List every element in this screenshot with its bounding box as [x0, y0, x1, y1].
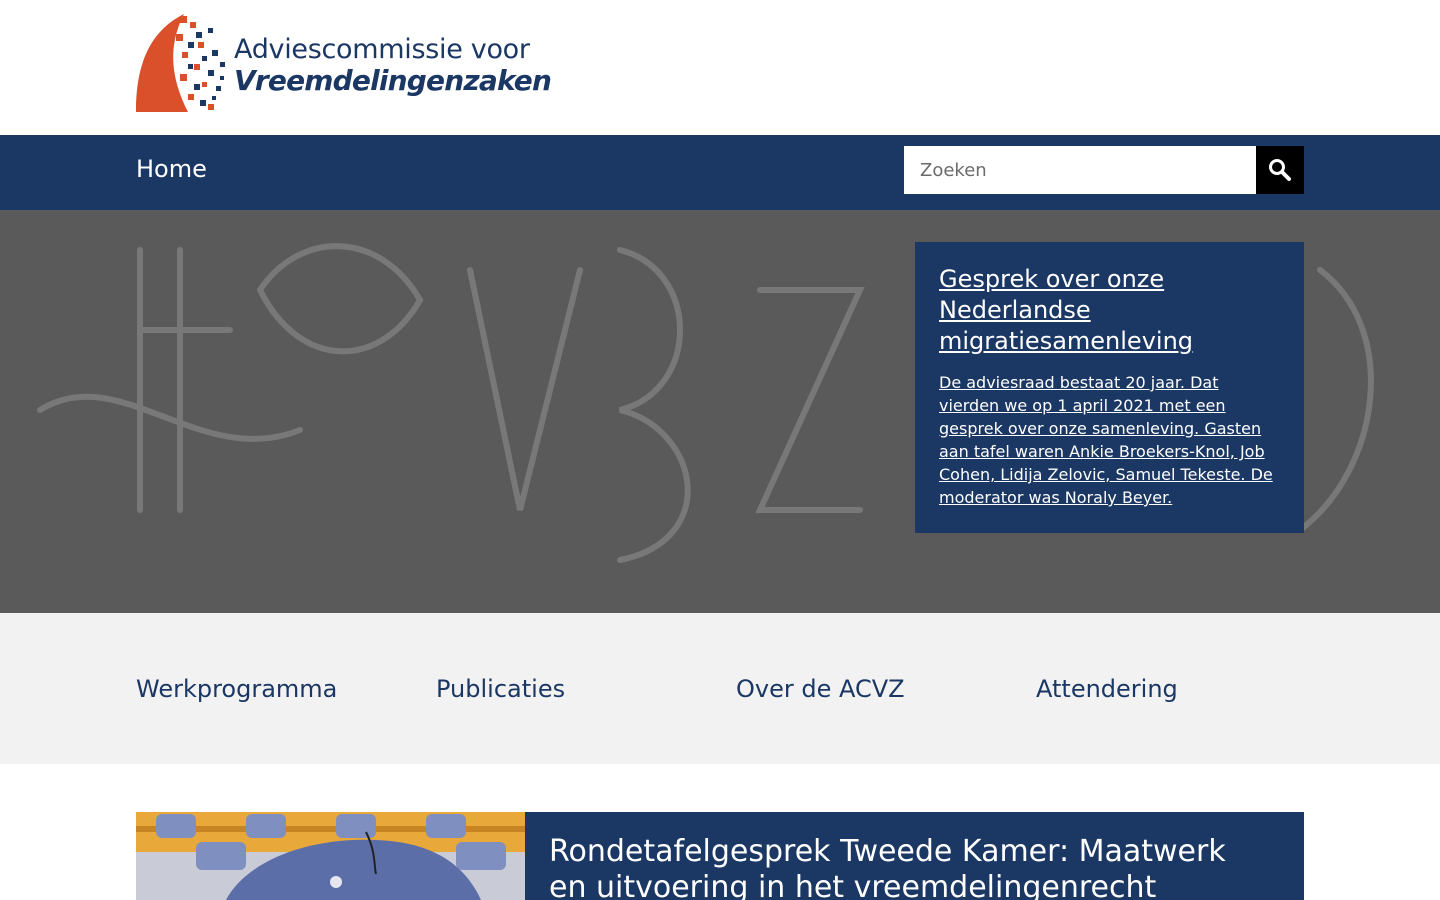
nav-home-link[interactable]: Home [136, 155, 207, 183]
hero-card-title-link[interactable]: Gesprek over onze Nederlandse migratiesa… [939, 264, 1280, 357]
site-logo[interactable]: Adviescommissie voor Vreemdelingenzaken [136, 12, 552, 114]
quicklinks-bar: Werkprogramma Publicaties Over de ACVZ A… [0, 613, 1440, 764]
search-icon [1269, 159, 1291, 181]
search-button[interactable] [1256, 146, 1304, 194]
hero-banner: Gesprek over onze Nederlandse migratiesa… [0, 210, 1440, 613]
quicklink-werkprogramma[interactable]: Werkprogramma [136, 675, 337, 703]
parliament-seats-image [136, 812, 525, 900]
news-teaser[interactable]: Rondetafelgesprek Tweede Kamer: Maatwerk… [136, 812, 1304, 900]
hero-card-description-link[interactable]: De adviesraad bestaat 20 jaar. Dat vierd… [939, 371, 1280, 509]
hero-feature-card: Gesprek over onze Nederlandse migratiesa… [915, 242, 1304, 533]
quicklink-publicaties[interactable]: Publicaties [436, 675, 565, 703]
logo-text-line2: Vreemdelingenzaken [234, 64, 552, 97]
logo-emblem-icon [136, 14, 225, 112]
quicklink-attendering[interactable]: Attendering [1036, 675, 1178, 703]
main-navigation: Home [0, 135, 1440, 210]
news-image [136, 812, 525, 900]
news-title: Rondetafelgesprek Tweede Kamer: Maatwerk… [549, 834, 1226, 900]
search-input[interactable] [904, 146, 1256, 194]
logo-text-line1: Adviescommissie voor [234, 34, 530, 65]
search-form [904, 146, 1304, 194]
site-header: Adviescommissie voor Vreemdelingenzaken [0, 0, 1440, 135]
quicklink-over-de-acvz[interactable]: Over de ACVZ [736, 675, 905, 703]
